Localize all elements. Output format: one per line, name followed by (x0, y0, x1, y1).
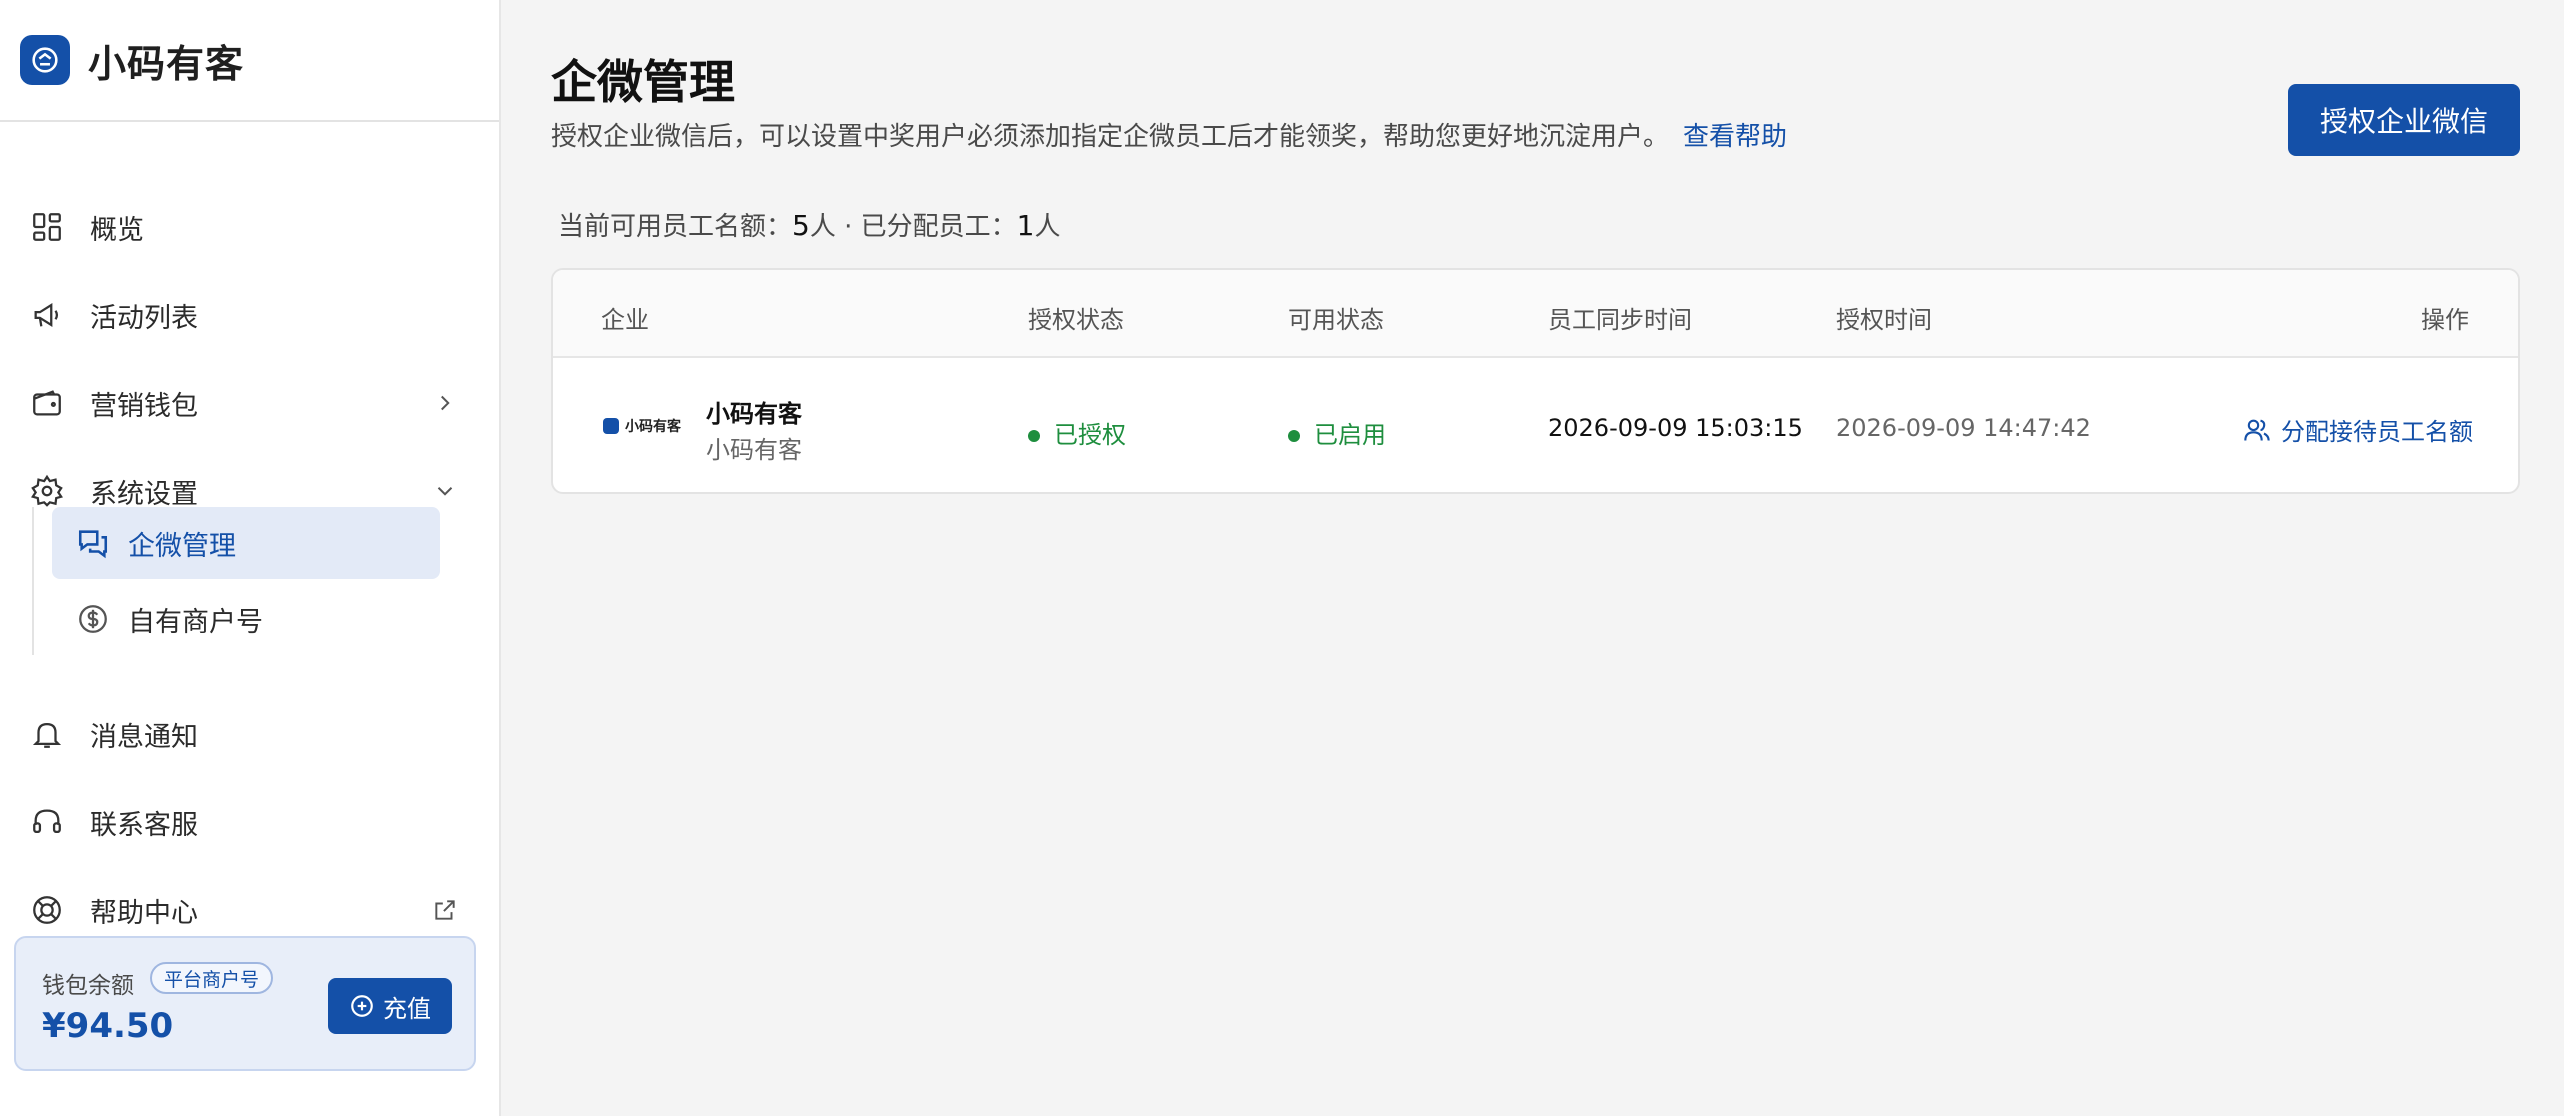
page-title: 企微管理 (551, 55, 735, 109)
sidebar-item-label: 营销钱包 (90, 390, 198, 422)
company-logo-text: 小码有客 (625, 419, 681, 435)
column-header-sync-time: 员工同步时间 (1548, 306, 1692, 334)
chevron-down-icon (437, 487, 453, 496)
sidebar-item-label: 联系客服 (90, 809, 198, 841)
wallet-balance: ¥94.50 (42, 1006, 174, 1046)
column-header-actions: 操作 (2421, 306, 2469, 334)
customer-service-icon (20, 35, 70, 85)
quota-assigned-count: 1 (1016, 209, 1035, 242)
assign-staff-quota-label: 分配接待员工名额 (2281, 418, 2473, 446)
merchant-badge: 平台商户号 (150, 962, 274, 994)
assign-staff-quota-link[interactable]: 分配接待员工名额 (2243, 412, 2473, 447)
external-link-icon (435, 900, 455, 920)
available-status: 已启用 (1288, 415, 1386, 450)
staff-quota-summary: 当前可用员工名额：5人 · 已分配员工：1人 (558, 206, 1060, 243)
submenu-divider (32, 507, 34, 655)
recharge-button[interactable]: 充值 (328, 978, 452, 1034)
sidebar-subitem-own-merchant[interactable]: 自有商户号 (52, 583, 440, 655)
status-dot (1288, 430, 1300, 442)
sidebar-item-marketing-wallet[interactable]: 营销钱包 (0, 371, 499, 435)
sidebar-item-activity-list[interactable]: 活动列表 (0, 283, 499, 347)
auth-status: 已授权 (1028, 415, 1126, 450)
available-status-text: 已启用 (1314, 421, 1386, 449)
sidebar: 小码有客 概览 活动列表 营销钱包 系统设置 企微管理 自有商户号 消息通知 联… (0, 0, 501, 1116)
sidebar-item-contact-support[interactable]: 联系客服 (0, 790, 499, 854)
help-link[interactable]: 查看帮助 (1683, 122, 1787, 152)
sidebar-subitem-label: 自有商户号 (128, 606, 263, 638)
plus-circle-icon (351, 995, 373, 1017)
headset-icon (33, 809, 61, 834)
users-icon (2244, 419, 2270, 441)
sidebar-item-label: 帮助中心 (90, 897, 198, 929)
gear-icon (31, 474, 63, 507)
dollar-circle-icon (79, 605, 107, 633)
wallet-icon (33, 390, 61, 416)
lifebuoy-icon (33, 896, 61, 924)
chat-bubbles-icon (78, 530, 108, 559)
wallet-title: 钱包余额 (42, 973, 134, 999)
wallet-card: 钱包余额 平台商户号 ¥94.50 充值 (14, 936, 476, 1071)
auth-status-text: 已授权 (1054, 421, 1126, 449)
quota-available-label: 当前可用员工名额： (558, 212, 793, 242)
sidebar-item-overview[interactable]: 概览 (0, 195, 499, 259)
column-header-auth-time: 授权时间 (1836, 306, 1932, 334)
sidebar-item-label: 概览 (90, 214, 144, 246)
wecom-table: 企业 授权状态 可用状态 员工同步时间 授权时间 操作 小码有客 小码有客 小码… (551, 268, 2520, 494)
status-dot (1028, 430, 1040, 442)
quota-unit: 人 (1034, 212, 1061, 242)
page-description: 授权企业微信后，可以设置中奖用户必须添加指定企微员工后才能领奖，帮助您更好地沉淀… (551, 116, 1787, 153)
recharge-label: 充值 (383, 994, 431, 1023)
brand-header[interactable]: 小码有客 (0, 0, 499, 122)
bell-icon (32, 722, 62, 748)
sidebar-subitem-wecom-management[interactable]: 企微管理 (52, 507, 440, 579)
quota-unit-assigned-label: 人 · 已分配员工： (809, 212, 1017, 242)
megaphone-icon (34, 303, 59, 327)
sync-time: 2026-09-09 15:03:15 (1548, 414, 1803, 442)
brand-name: 小码有客 (88, 41, 245, 86)
column-header-available-status: 可用状态 (1288, 306, 1384, 334)
sidebar-subitem-label: 企微管理 (128, 530, 236, 562)
sidebar-item-label: 系统设置 (90, 478, 198, 510)
company-name: 小码有客 (706, 400, 802, 428)
company-logo: 小码有客 (603, 416, 681, 436)
sidebar-item-notifications[interactable]: 消息通知 (0, 702, 499, 766)
auth-time: 2026-09-09 14:47:42 (1836, 414, 2091, 442)
dashboard-grid-icon (33, 213, 61, 241)
company-logo-icon (603, 418, 619, 434)
column-header-company: 企业 (601, 306, 649, 334)
sidebar-item-label: 消息通知 (90, 721, 198, 753)
column-header-auth-status: 授权状态 (1028, 306, 1124, 334)
authorize-wecom-button[interactable]: 授权企业微信 (2288, 84, 2520, 156)
table-header: 企业 授权状态 可用状态 员工同步时间 授权时间 操作 (553, 270, 2518, 358)
quota-available-count: 5 (792, 209, 810, 242)
company-subtitle: 小码有客 (706, 436, 802, 464)
sidebar-item-label: 活动列表 (90, 302, 198, 334)
description-text: 授权企业微信后，可以设置中奖用户必须添加指定企微员工后才能领奖，帮助您更好地沉淀… (551, 122, 1670, 152)
chevron-right-icon (441, 395, 450, 411)
sidebar-item-help-center[interactable]: 帮助中心 (0, 878, 499, 942)
